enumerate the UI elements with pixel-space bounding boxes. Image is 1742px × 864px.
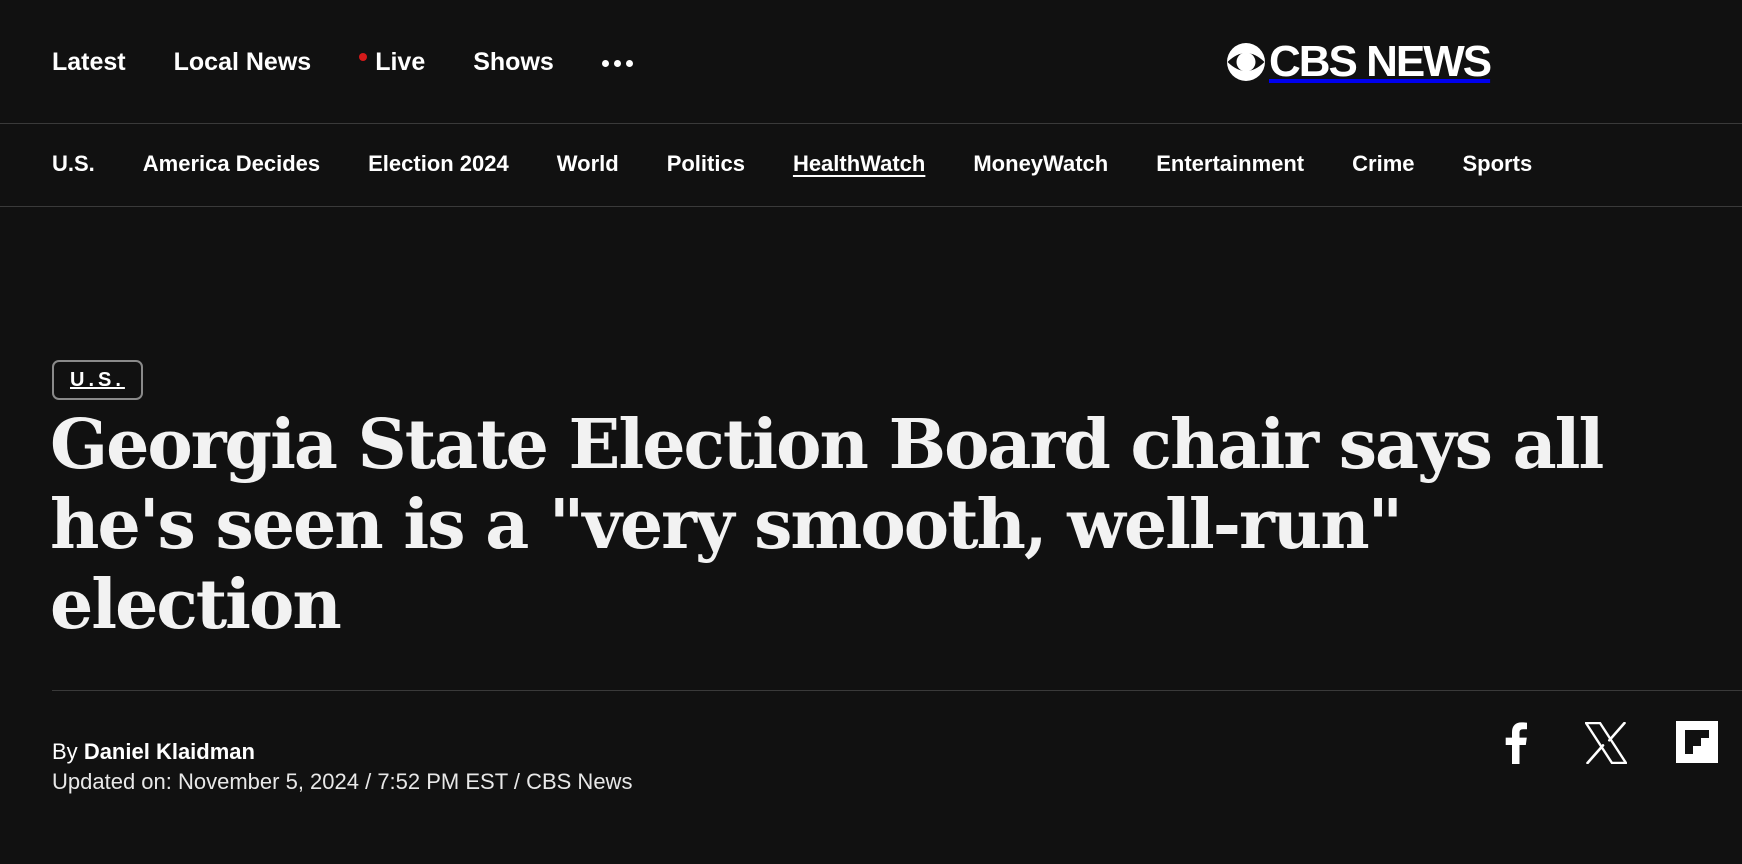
author-link[interactable]: Daniel Klaidman [84, 739, 255, 764]
flipboard-icon[interactable] [1675, 720, 1719, 764]
updated-timestamp: Updated on: November 5, 2024 / 7:52 PM E… [52, 769, 633, 794]
article-headline: Georgia State Election Board chair says … [50, 405, 1604, 645]
top-header: Latest Local News Live Shows CBS NEWS [0, 0, 1742, 124]
primary-nav: Latest Local News Live Shows [52, 48, 633, 77]
section-sports[interactable]: Sports [1463, 151, 1533, 177]
section-bar: U.S. America Decides Election 2024 World… [0, 124, 1742, 207]
nav-shows[interactable]: Shows [473, 48, 554, 77]
category-tag[interactable]: U.S. [52, 360, 143, 400]
section-nav: U.S. America Decides Election 2024 World… [52, 151, 1532, 177]
section-election-2024[interactable]: Election 2024 [368, 151, 509, 177]
x-icon[interactable] [1584, 720, 1628, 766]
nav-latest[interactable]: Latest [52, 48, 126, 77]
nav-live[interactable]: Live [359, 48, 425, 77]
byline-prefix: By [52, 739, 78, 764]
section-us[interactable]: U.S. [52, 151, 95, 177]
nav-local-news[interactable]: Local News [174, 48, 312, 77]
nav-live-label: Live [375, 48, 426, 76]
section-healthwatch[interactable]: HealthWatch [793, 151, 925, 177]
byline: By Daniel Klaidman [52, 739, 255, 765]
section-entertainment[interactable]: Entertainment [1156, 151, 1304, 177]
live-indicator-dot [359, 52, 368, 61]
section-america-decides[interactable]: America Decides [143, 151, 320, 177]
section-world[interactable]: World [557, 151, 619, 177]
section-moneywatch[interactable]: MoneyWatch [973, 151, 1108, 177]
section-crime[interactable]: Crime [1352, 151, 1414, 177]
section-politics[interactable]: Politics [667, 151, 745, 177]
ellipsis-icon[interactable] [601, 58, 633, 67]
cbs-news-logo[interactable]: CBS NEWS [1226, 37, 1492, 86]
header-divider [52, 690, 1742, 691]
logo-wordmark: CBS NEWS [1269, 37, 1492, 86]
cbs-eye-icon [1227, 43, 1265, 81]
facebook-icon[interactable] [1496, 720, 1536, 766]
